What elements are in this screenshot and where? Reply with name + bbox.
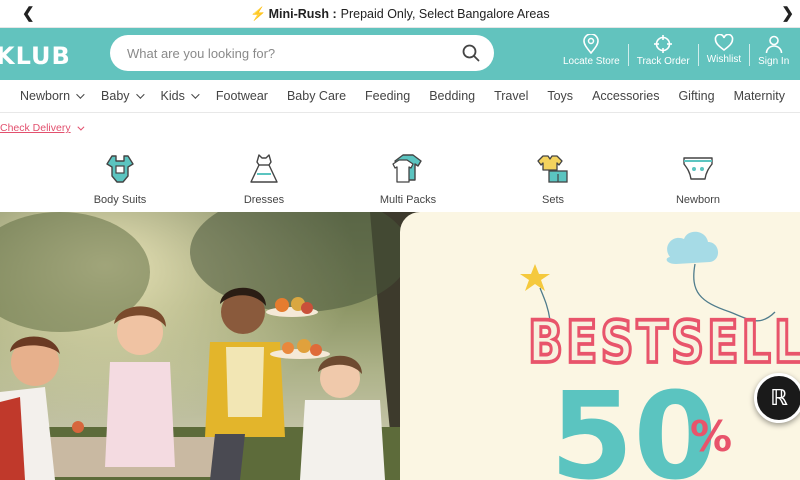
check-delivery-label: Check Delivery — [0, 122, 71, 134]
locate-store-link[interactable]: Locate Store — [555, 34, 628, 74]
locate-store-label: Locate Store — [563, 56, 620, 67]
nav-item-label: Gifting — [678, 89, 715, 103]
nav-item-label: Maternity — [733, 89, 785, 103]
category-dresses[interactable]: Dresses — [209, 146, 319, 206]
chevron-down-icon — [191, 90, 200, 99]
category-nav: Newborn Baby Kids Footwear Baby Care Fee… — [0, 80, 800, 113]
multipack-icon — [392, 154, 422, 183]
nav-item-label: Bedding — [429, 89, 476, 103]
brand-logo[interactable]: KLUB — [0, 42, 71, 70]
r-logo-icon: ℝ — [770, 385, 788, 411]
banner-headline: BESTSELLER — [526, 306, 800, 377]
search-bar[interactable] — [110, 35, 494, 71]
nav-item-maternity[interactable]: Maternity — [734, 89, 785, 103]
announcement-highlight: Mini-Rush : — [268, 6, 337, 21]
nav-item-baby-care[interactable]: Baby Care — [287, 89, 346, 103]
category-label: Multi Packs — [379, 194, 437, 206]
nav-item-label: Kids — [160, 89, 185, 103]
nav-item-travel[interactable]: Travel — [494, 89, 528, 103]
nav-item-baby[interactable]: Baby — [101, 89, 145, 103]
chevron-down-icon — [76, 123, 85, 131]
chevron-down-icon — [135, 90, 145, 99]
category-label: Dresses — [243, 194, 285, 206]
nav-item-footwear[interactable]: Footwear — [216, 89, 268, 103]
announcement-bar: ❮ ⚡ Mini-Rush : Prepaid Only, Select Ban… — [0, 0, 800, 28]
nav-item-newborn[interactable]: Newborn — [20, 89, 85, 103]
nav-item-label: Toys — [547, 89, 574, 103]
hero-banner-photo[interactable] — [0, 212, 420, 480]
category-label: Body Suits — [93, 194, 147, 206]
sign-in-link[interactable]: Sign In — [750, 34, 797, 74]
wishlist-link[interactable]: Wishlist — [699, 34, 749, 74]
category-multi-packs[interactable]: Multi Packs — [353, 146, 463, 206]
track-order-link[interactable]: Track Order — [629, 34, 698, 74]
lightning-icon: ⚡ — [250, 5, 267, 21]
location-pin-icon — [583, 34, 600, 54]
category-partial[interactable]: s — [0, 192, 14, 204]
floating-widget-button[interactable]: ℝ — [754, 373, 800, 423]
header-links: Locate Store Track Order Wishlist Sign I… — [555, 34, 797, 74]
search-input[interactable] — [127, 45, 462, 61]
search-icon[interactable] — [462, 44, 480, 62]
sign-in-label: Sign In — [758, 56, 790, 67]
nav-item-kids[interactable]: Kids — [160, 89, 200, 103]
wishlist-label: Wishlist — [706, 54, 742, 65]
banner-percent: % — [690, 412, 733, 461]
nav-item-label: Baby Care — [286, 89, 347, 103]
nav-item-label: Baby — [101, 89, 130, 103]
nav-item-label: Feeding — [365, 89, 411, 103]
bodysuit-icon — [106, 155, 134, 183]
nav-item-accessories[interactable]: Accessories — [592, 89, 659, 103]
category-body-suits[interactable]: Body Suits — [65, 146, 175, 206]
nav-item-feeding[interactable]: Feeding — [365, 89, 410, 103]
nav-item-toys[interactable]: Toys — [547, 89, 573, 103]
category-label: Newborn — [675, 194, 721, 206]
nav-item-bedding[interactable]: Bedding — [429, 89, 475, 103]
category-label: Sets — [541, 194, 564, 206]
nav-item-label: Accessories — [592, 89, 660, 103]
clothing-set-icon — [537, 155, 568, 183]
nav-item-label: Footwear — [215, 89, 268, 103]
site-header: KLUB Locate Store Track Order — [0, 28, 800, 80]
chevron-right-icon[interactable]: ❯ — [781, 5, 794, 23]
chevron-down-icon — [76, 90, 85, 99]
check-delivery-link[interactable]: Check Delivery — [0, 122, 85, 134]
category-icons-row: s Body Suits Dresses Multi Packs Sets — [0, 146, 800, 212]
nav-item-label: Newborn — [20, 89, 71, 103]
announcement-text: Prepaid Only, Select Bangalore Areas — [340, 6, 550, 21]
promo-banner[interactable]: BESTSELLER 50 % — [400, 212, 800, 480]
diaper-icon — [683, 157, 713, 180]
user-icon — [765, 35, 783, 54]
crosshair-icon — [654, 35, 673, 53]
heart-icon — [714, 34, 734, 52]
category-newborn[interactable]: Newborn — [643, 146, 753, 206]
children-photo — [0, 212, 420, 480]
nav-item-label: Travel — [494, 89, 529, 103]
category-sets[interactable]: Sets — [498, 146, 608, 206]
dress-icon — [250, 154, 278, 183]
chevron-left-icon[interactable]: ❮ — [22, 5, 35, 23]
track-order-label: Track Order — [636, 56, 690, 67]
nav-item-gifting[interactable]: Gifting — [678, 89, 714, 103]
